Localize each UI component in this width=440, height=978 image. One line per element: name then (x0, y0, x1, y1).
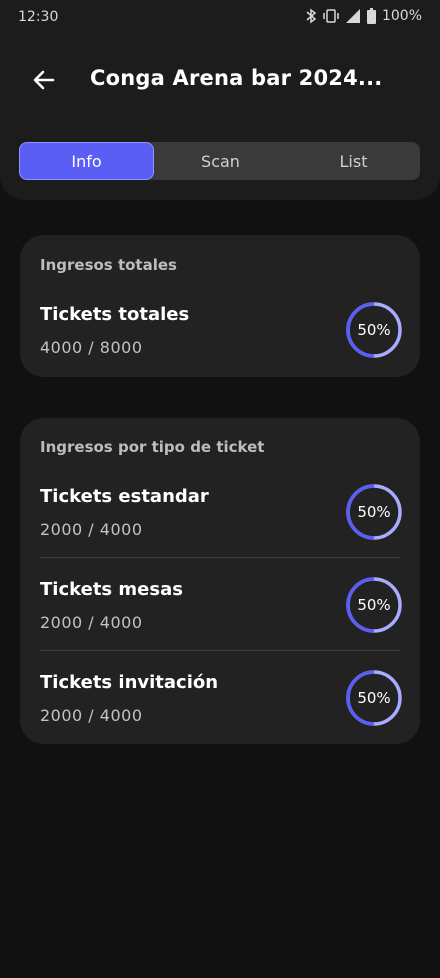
list-item: Tickets mesas 2000 / 4000 50% (20, 576, 420, 672)
back-button[interactable] (26, 62, 62, 98)
progress-label: 50% (357, 321, 391, 339)
row-count: 4000 / 8000 (40, 338, 143, 357)
row-title: Tickets invitación (40, 672, 219, 693)
app-header: Conga Arena bar 2024... Info Scan List (0, 36, 440, 200)
progress-label: 50% (357, 596, 391, 614)
page-title: Conga Arena bar 2024... (90, 66, 383, 90)
list-item: Tickets estandar 2000 / 4000 50% (20, 483, 420, 579)
row-count: 2000 / 4000 (40, 613, 143, 632)
bluetooth-icon (305, 8, 317, 24)
row-count: 2000 / 4000 (40, 520, 143, 539)
progress-ring: 50% (345, 301, 403, 359)
card-heading: Ingresos totales (40, 256, 177, 274)
divider (40, 650, 401, 651)
row-title: Tickets estandar (40, 486, 209, 507)
card-heading: Ingresos por tipo de ticket (40, 438, 265, 456)
row-count: 2000 / 4000 (40, 706, 143, 725)
signal-icon (345, 8, 361, 24)
status-bar: 12:30 100% (0, 0, 440, 36)
tab-list[interactable]: List (287, 142, 420, 180)
battery-percent: 100% (381, 8, 422, 24)
segmented-tabs: Info Scan List (19, 142, 420, 180)
progress-ring: 50% (345, 669, 403, 727)
progress-label: 50% (357, 689, 391, 707)
tab-scan[interactable]: Scan (154, 142, 287, 180)
list-item: Tickets invitación 2000 / 4000 50% (20, 669, 420, 765)
list-item: Tickets totales 4000 / 8000 50% (20, 301, 420, 397)
progress-ring: 50% (345, 483, 403, 541)
divider (40, 557, 401, 558)
row-title: Tickets totales (40, 304, 190, 325)
totals-card: Ingresos totales Tickets totales 4000 / … (20, 235, 420, 377)
row-title: Tickets mesas (40, 579, 183, 600)
status-time: 12:30 (18, 9, 59, 25)
tab-info[interactable]: Info (19, 142, 154, 180)
progress-ring: 50% (345, 576, 403, 634)
vibrate-icon (323, 8, 339, 24)
arrow-left-icon (33, 70, 55, 90)
progress-label: 50% (357, 503, 391, 521)
battery-icon (366, 8, 376, 24)
status-icons: 100% (305, 8, 422, 24)
ticket-types-card: Ingresos por tipo de ticket Tickets esta… (20, 418, 420, 744)
